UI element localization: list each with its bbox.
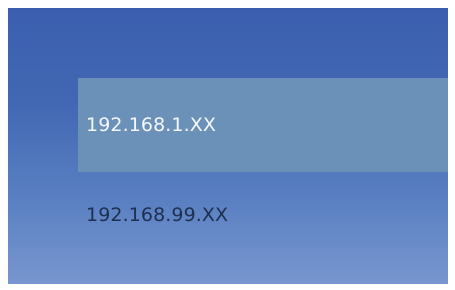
ip-list-item-selected[interactable]: 192.168.1.XX: [78, 78, 448, 172]
ip-selection-panel: 192.168.1.XX 192.168.99.XX: [8, 8, 448, 284]
ip-list-item[interactable]: 192.168.99.XX: [78, 172, 448, 258]
ip-address-list: 192.168.1.XX 192.168.99.XX: [8, 8, 448, 284]
ip-address-label: 192.168.99.XX: [86, 204, 229, 226]
ip-address-label: 192.168.1.XX: [86, 114, 216, 136]
screen-frame: 192.168.1.XX 192.168.99.XX: [0, 0, 455, 290]
